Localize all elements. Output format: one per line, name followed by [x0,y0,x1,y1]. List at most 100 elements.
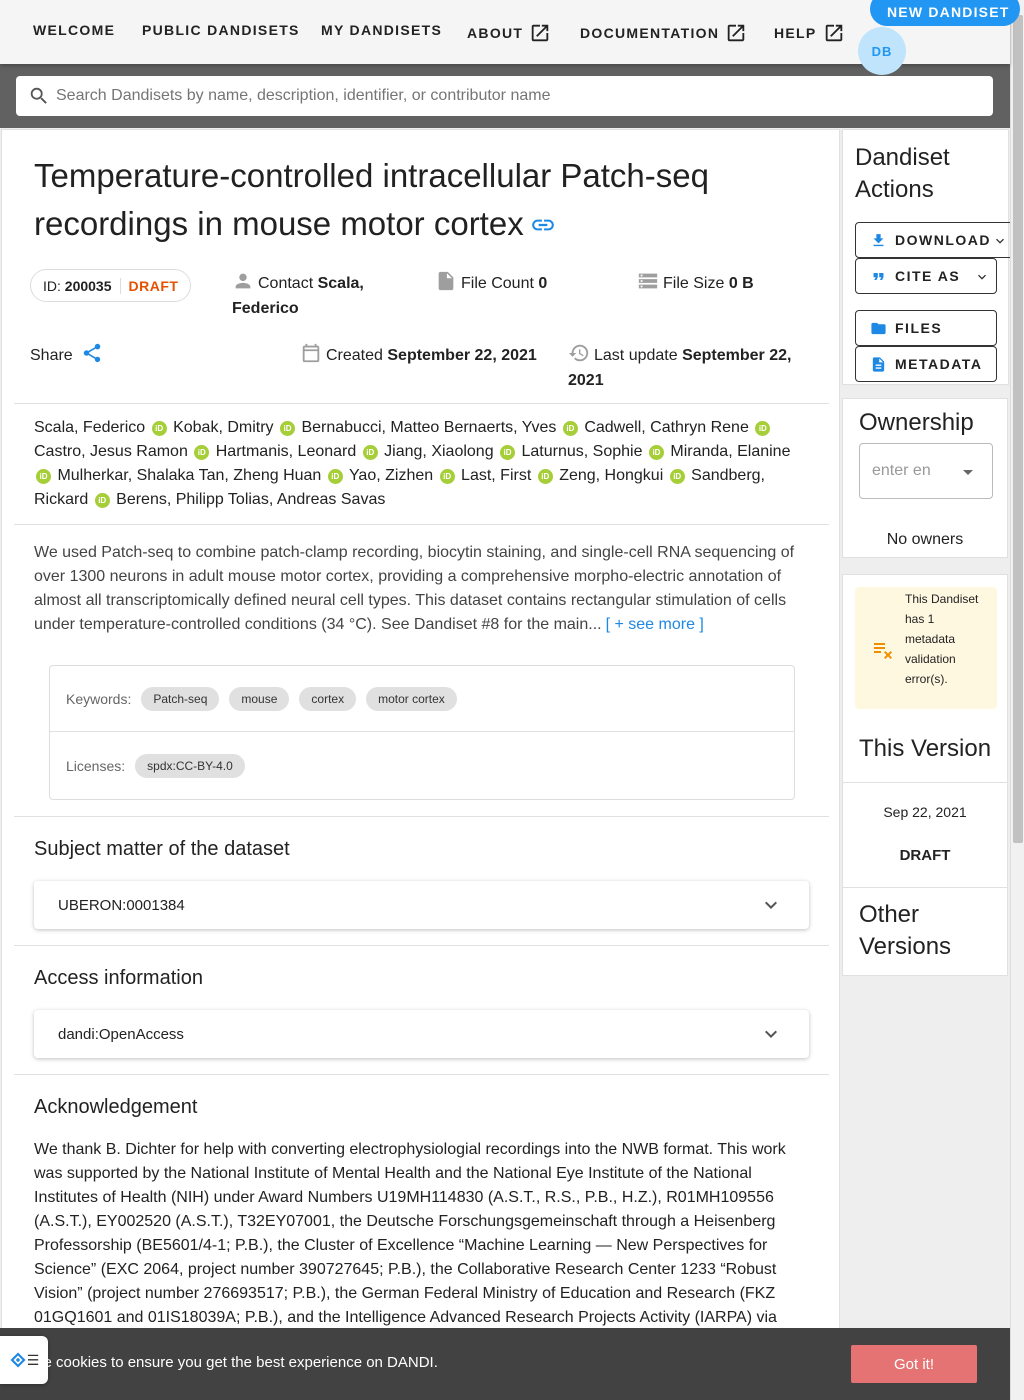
keywords-label: Keywords: [66,690,132,707]
nav-public-dandisets[interactable]: PUBLIC DANDISETS [142,22,300,38]
contributor-name: Jiang, Xiaolong [384,443,494,460]
created-info: Created September 22, 2021 [300,342,537,368]
nav-welcome-label: WELCOME [33,22,116,38]
contributor-name: Berens, Philipp [116,491,224,508]
chevron-down-icon [978,274,986,280]
owner-select[interactable]: enter en [859,443,993,499]
keyword-chip: mouse [229,686,290,711]
download-button[interactable]: DOWNLOAD [855,222,1015,258]
search-input[interactable] [56,87,956,105]
version-name[interactable]: DRAFT [843,847,1007,864]
validation-warning[interactable]: This Dandiset has 1 metadata validation … [855,587,997,709]
orcid-icon[interactable]: iD [439,469,455,484]
folder-icon [871,322,886,334]
new-dandiset-label: NEW DANDISET [887,4,1010,20]
cookie-accept-label: Got it! [893,1355,934,1373]
dandi-logo-icon [10,1352,26,1368]
keyword-chip: motor cortex [366,686,457,711]
contact-info: Contact Scala, Federico [232,270,412,321]
dandiset-main-card: Temperature-controlled intracellular Pat… [1,129,840,1400]
validation-message: This Dandiset has 1 metadata validation … [905,592,979,686]
storage-icon [638,273,658,289]
metadata-button[interactable]: METADATA [855,346,997,382]
link-icon[interactable] [530,212,556,238]
divider [14,1074,829,1075]
file-icon [438,271,454,291]
orcid-icon[interactable]: iD [194,445,210,460]
actions-heading: Dandiset Actions [855,144,950,203]
keyword-chip: cortex [299,686,357,711]
metadata-label: METADATA [895,356,983,372]
licenses-row: Licenses: spdx:CC-BY-4.0 [50,733,794,799]
contributor-name: Castro, Jesus Ramon [34,443,188,460]
orcid-icon[interactable]: iD [362,445,378,460]
new-dandiset-button[interactable]: NEW DANDISET [870,0,1020,26]
orcid-icon[interactable]: iD [36,469,51,484]
quote-icon [873,272,884,280]
orcid-icon[interactable]: iD [669,469,685,484]
scrollbar-thumb[interactable] [1013,15,1023,843]
document-icon [872,356,885,372]
version-date[interactable]: Sep 22, 2021 [843,804,1007,820]
divider [14,524,829,525]
orcid-icon[interactable]: iD [94,493,110,508]
nav-my-dandisets[interactable]: MY DANDISETS [321,22,442,38]
file-size-info: File Size 0 B [637,270,754,296]
contributor-list: Scala, Federico iD Kobak, Dmitry iD Bern… [34,416,804,512]
search-box[interactable] [16,76,993,116]
dandiset-id: 200035 [64,277,112,294]
dandiset-actions-card: Dandiset Actions DOWNLOAD CITE AS FILES … [842,129,1015,385]
created-date: September 22, 2021 [387,347,537,364]
cookie-banner: se cookies to ensure you get the best ex… [0,1328,1010,1400]
nav-docs-label: DOCUMENTATION [580,25,720,41]
access-heading: Access information [34,967,203,989]
files-label: FILES [895,320,943,336]
orcid-icon[interactable]: iD [537,469,553,484]
playlist-remove-icon [874,643,892,659]
contributor-name: Tan, Zheng Huan [198,467,322,484]
cite-label: CITE AS [895,268,961,284]
download-label: DOWNLOAD [895,232,991,248]
external-link-icon [825,24,842,42]
external-link-icon [532,24,549,42]
orcid-icon[interactable]: iD [151,421,167,436]
orcid-icon[interactable]: iD [755,421,771,436]
orcid-icon[interactable]: iD [327,469,343,484]
divider [843,782,1007,783]
subject-panel[interactable]: UBERON:0001384 [34,881,809,929]
contributor-name: Hartmanis, Leonard [215,443,357,460]
cookie-accept-button[interactable]: Got it! [851,1345,977,1383]
id-label: ID: [43,277,61,294]
nav-about-label: ABOUT [467,25,524,41]
access-panel[interactable]: dandi:OpenAccess [34,1010,809,1058]
file-size-label: File Size [663,275,725,292]
nav-help-label: HELP [774,25,817,41]
file-count-info: File Count 0 [435,270,547,296]
divider [843,887,1007,888]
nav-documentation[interactable]: DOCUMENTATION [580,22,747,44]
orcid-icon[interactable]: iD [280,421,295,436]
orcid-icon[interactable]: iD [500,445,516,460]
keywords-licenses-box: Keywords: Patch-seq mouse cortex motor cort… [49,665,795,800]
floating-menu-button[interactable]: ☰ [0,1336,48,1384]
nav-welcome[interactable]: WELCOME [33,22,115,38]
orcid-icon[interactable]: iD [562,421,578,436]
user-avatar[interactable]: DB [858,27,906,75]
share-icon [83,343,101,363]
orcid-icon[interactable]: iD [648,445,664,460]
files-button[interactable]: FILES [855,310,997,346]
nav-about[interactable]: ABOUT [467,22,551,44]
page-scrollbar[interactable] [1010,0,1024,1400]
other-versions-heading: Other Versions [859,901,952,960]
cite-as-button[interactable]: CITE AS [855,258,997,294]
person-icon [235,273,251,289]
see-more-link[interactable]: [ + see more ] [606,616,704,633]
subject-heading: Subject matter of the dataset [34,838,290,860]
dandiset-title-text: Temperature-controlled intracellular Pat… [34,157,709,242]
contributor-name: Zeng, Hongkui [559,467,664,484]
search-icon [30,87,47,104]
nav-help[interactable]: HELP [774,22,845,44]
file-count: 0 [538,275,548,292]
contact-label: Contact [258,275,314,292]
share-button[interactable]: Share [30,342,107,368]
